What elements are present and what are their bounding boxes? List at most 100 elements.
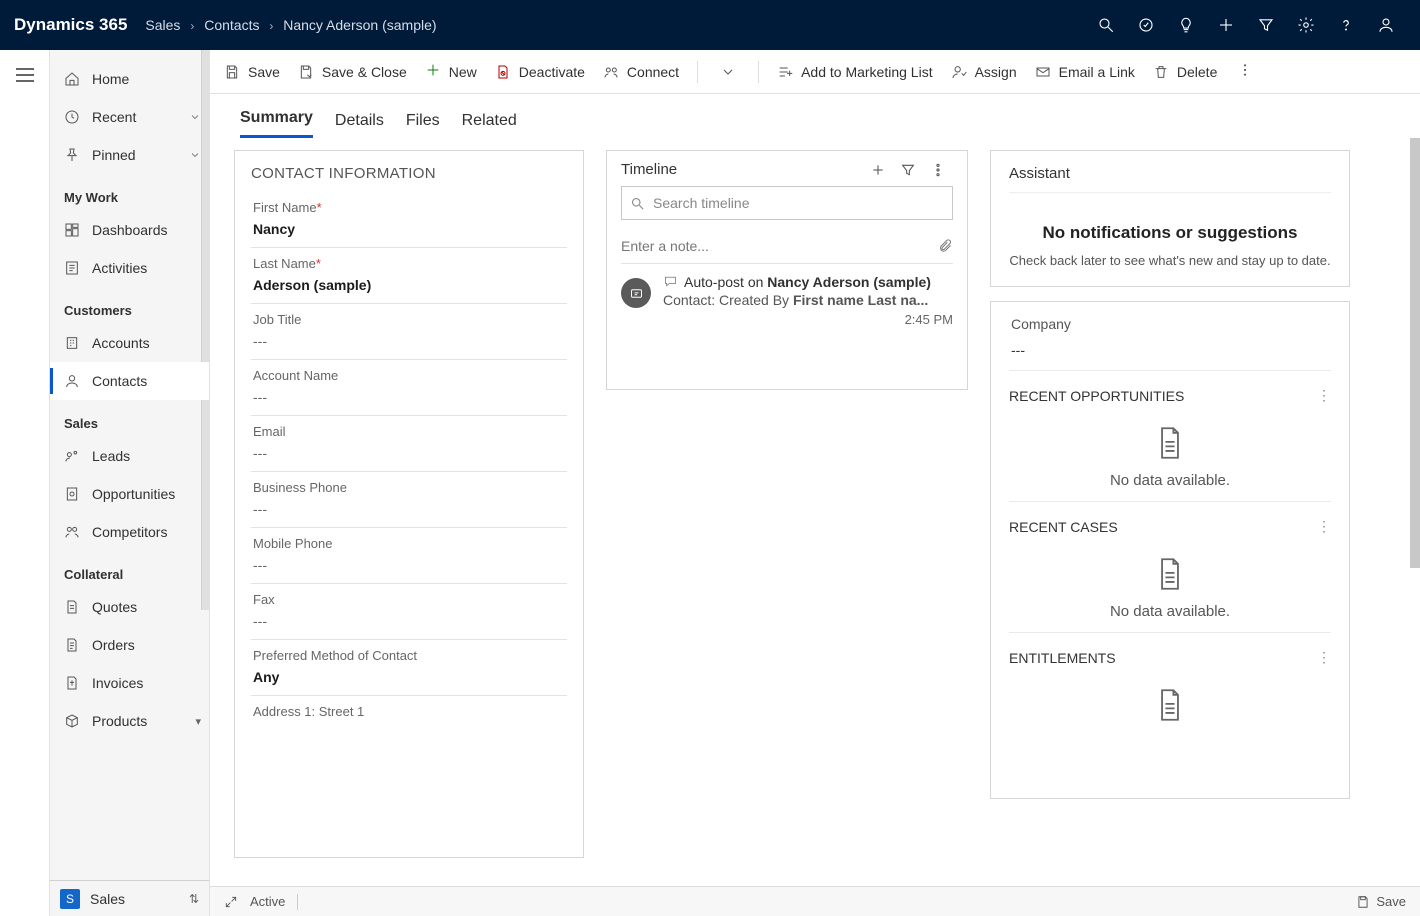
save-button[interactable]: Save: [224, 64, 280, 80]
timeline-heading: Timeline: [621, 161, 677, 178]
assistant-empty-title: No notifications or suggestions: [1009, 223, 1331, 243]
more-commands-icon[interactable]: [1237, 62, 1253, 81]
document-icon: [1156, 557, 1184, 591]
field-email[interactable]: Email---: [251, 416, 567, 472]
footer-save-button[interactable]: Save: [1356, 894, 1406, 909]
cmd-label: Save: [248, 64, 280, 80]
cmd-label: Connect: [627, 64, 679, 80]
document-icon: [1156, 426, 1184, 460]
nav-recent[interactable]: Recent: [50, 98, 209, 136]
timeline-enter-note[interactable]: Enter a note...: [621, 228, 953, 264]
field-fax[interactable]: Fax---: [251, 584, 567, 640]
nav-dashboards[interactable]: Dashboards: [50, 211, 209, 249]
timeline-item-sub-prefix: Contact: Created By: [663, 292, 793, 308]
tab-files[interactable]: Files: [406, 112, 440, 138]
section-more-icon[interactable]: ⋮: [1317, 518, 1331, 535]
cmd-label: New: [449, 64, 477, 80]
breadcrumb-area[interactable]: Sales: [145, 17, 180, 33]
save-close-button[interactable]: Save & Close: [298, 64, 407, 80]
nav-opportunities[interactable]: Opportunities: [50, 475, 209, 513]
nav-invoices[interactable]: Invoices: [50, 664, 209, 702]
field-firstname[interactable]: First Name*Nancy: [251, 192, 567, 248]
breadcrumb: Sales › Contacts › Nancy Aderson (sample…: [145, 17, 436, 33]
nav-products[interactable]: Products▾: [50, 702, 209, 740]
connect-button[interactable]: Connect: [603, 64, 679, 80]
field-businessphone[interactable]: Business Phone---: [251, 472, 567, 528]
contact-info-card: CONTACT INFORMATION First Name*Nancy Las…: [234, 150, 584, 858]
delete-button[interactable]: Delete: [1153, 64, 1217, 80]
add-to-marketing-list-button[interactable]: Add to Marketing List: [777, 64, 933, 80]
task-flow-icon[interactable]: [1126, 5, 1166, 45]
email-link-button[interactable]: Email a Link: [1035, 64, 1135, 80]
filter-icon[interactable]: [1246, 5, 1286, 45]
user-icon[interactable]: [1366, 5, 1406, 45]
post-icon: [663, 274, 678, 289]
timeline-filter-icon[interactable]: [893, 162, 923, 178]
new-button[interactable]: New: [425, 62, 477, 81]
chevron-down-icon: [189, 111, 201, 123]
hamburger-icon[interactable]: [16, 68, 34, 87]
breadcrumb-record: Nancy Aderson (sample): [283, 17, 436, 33]
field-jobtitle[interactable]: Job Title---: [251, 304, 567, 360]
assign-button[interactable]: Assign: [951, 64, 1017, 80]
assistant-empty-sub: Check back later to see what's new and s…: [1009, 253, 1331, 268]
document-icon: [1156, 688, 1184, 722]
section-more-icon[interactable]: ⋮: [1317, 387, 1331, 404]
search-icon: [630, 196, 645, 211]
nav-label: Products: [92, 713, 147, 729]
nav-competitors[interactable]: Competitors: [50, 513, 209, 551]
timeline-item[interactable]: Auto-post on Nancy Aderson (sample) Cont…: [607, 264, 967, 337]
area-label: Sales: [90, 891, 125, 907]
global-header: Dynamics 365 Sales › Contacts › Nancy Ad…: [0, 0, 1420, 50]
nav-group-mywork: My Work: [50, 174, 209, 211]
area-switcher[interactable]: S Sales ⇅: [50, 880, 209, 916]
field-lastname[interactable]: Last Name*Aderson (sample): [251, 248, 567, 304]
nav-label: Accounts: [92, 335, 150, 351]
tab-related[interactable]: Related: [462, 112, 517, 138]
breadcrumb-entity[interactable]: Contacts: [204, 17, 259, 33]
field-company[interactable]: Company ---: [1009, 316, 1331, 371]
footer-save-label: Save: [1376, 894, 1406, 909]
section-recent-cases: RECENT CASES⋮ No data available.: [1009, 501, 1331, 632]
cmd-label: Assign: [975, 64, 1017, 80]
command-bar: Save Save & Close New Deactivate Connect…: [210, 50, 1420, 94]
nav-quotes[interactable]: Quotes: [50, 588, 209, 626]
chevron-right-icon: ›: [190, 19, 194, 33]
search-icon[interactable]: [1086, 5, 1126, 45]
expand-icon[interactable]: [224, 895, 238, 909]
help-icon[interactable]: [1326, 5, 1366, 45]
attachment-icon[interactable]: [938, 238, 953, 253]
gear-icon[interactable]: [1286, 5, 1326, 45]
field-mobilephone[interactable]: Mobile Phone---: [251, 528, 567, 584]
lightbulb-icon[interactable]: [1166, 5, 1206, 45]
content-scrollbar[interactable]: [1410, 138, 1420, 568]
nav-home[interactable]: Home: [50, 60, 209, 98]
nodata-text: No data available.: [1110, 603, 1230, 620]
nav-pinned[interactable]: Pinned: [50, 136, 209, 174]
nav-label: Invoices: [92, 675, 143, 691]
deactivate-button[interactable]: Deactivate: [495, 64, 585, 80]
plus-icon[interactable]: [1206, 5, 1246, 45]
section-more-icon[interactable]: ⋮: [1317, 649, 1331, 666]
field-accountname[interactable]: Account Name---: [251, 360, 567, 416]
nav-contacts[interactable]: Contacts: [50, 362, 209, 400]
field-preferred-contact[interactable]: Preferred Method of ContactAny: [251, 640, 567, 696]
nav-label: Home: [92, 71, 129, 87]
nav-activities[interactable]: Activities: [50, 249, 209, 287]
nav-label: Recent: [92, 109, 136, 125]
nav-orders[interactable]: Orders: [50, 626, 209, 664]
tab-summary[interactable]: Summary: [240, 109, 313, 138]
separator: [697, 61, 698, 83]
nav-label: Orders: [92, 637, 135, 653]
field-address1-street1[interactable]: Address 1: Street 1: [251, 696, 567, 735]
timeline-add-icon[interactable]: [863, 162, 893, 178]
tab-details[interactable]: Details: [335, 112, 384, 138]
timeline-search-input[interactable]: Search timeline: [621, 186, 953, 220]
nav-accounts[interactable]: Accounts: [50, 324, 209, 362]
nav-leads[interactable]: Leads: [50, 437, 209, 475]
cmd-label: Add to Marketing List: [801, 64, 933, 80]
timeline-more-icon[interactable]: [923, 162, 953, 178]
brand: Dynamics 365: [14, 15, 127, 35]
connect-split-chevron[interactable]: [716, 64, 740, 80]
relations-card: Company --- RECENT OPPORTUNITIES⋮ No dat…: [990, 301, 1350, 799]
